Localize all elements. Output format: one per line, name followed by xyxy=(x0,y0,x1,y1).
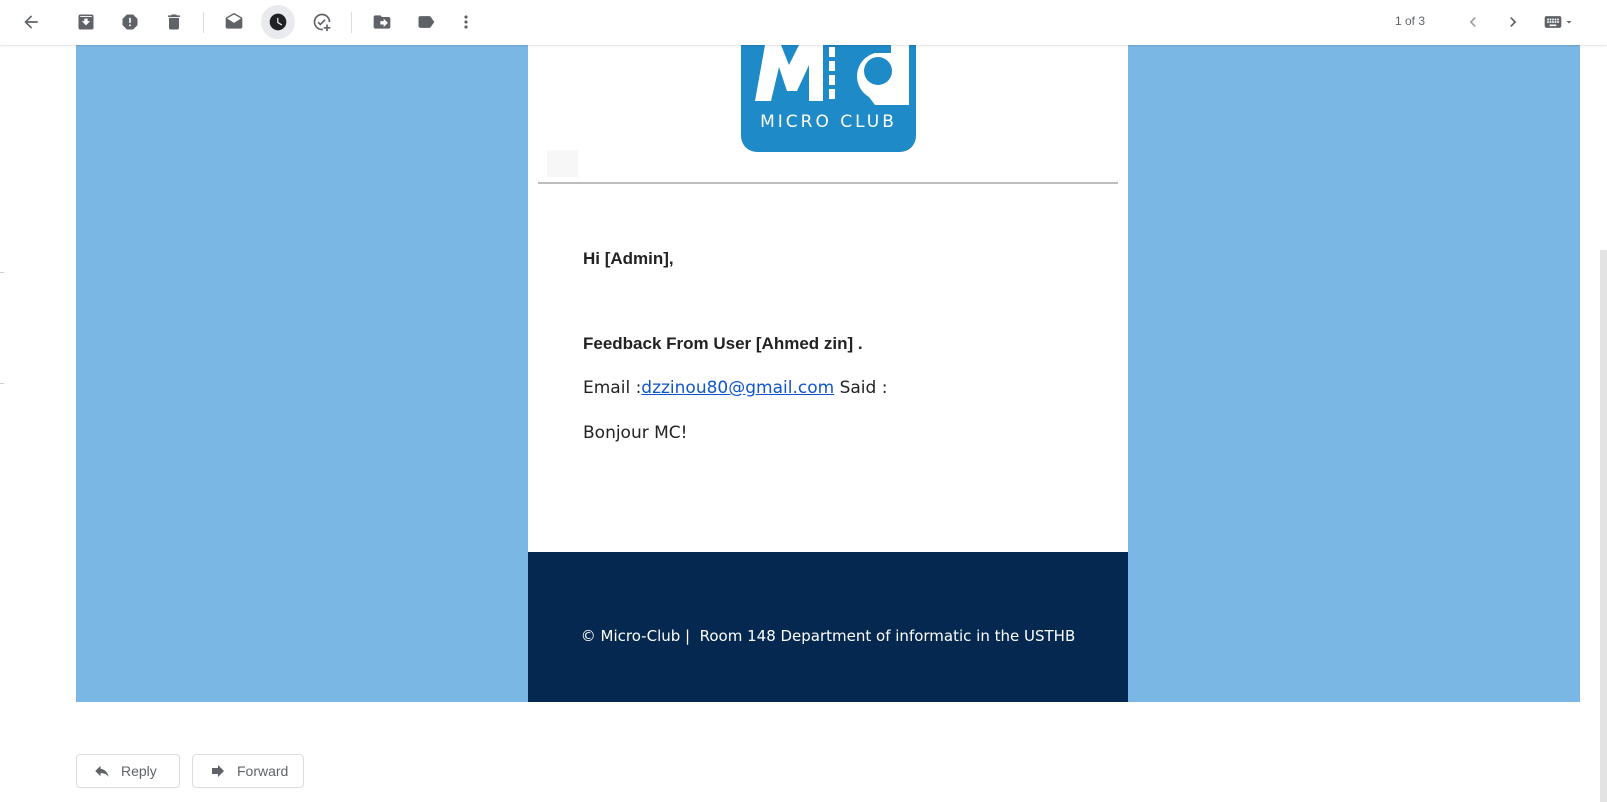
more-vert-icon[interactable] xyxy=(449,5,483,39)
message-text: Bonjour MC! xyxy=(583,423,688,443)
chevron-right-icon[interactable] xyxy=(1496,5,1530,39)
email-line: Email :dzzinou80@gmail.com Said : xyxy=(583,378,887,398)
pager-count: 1 of 3 xyxy=(1395,14,1426,28)
edge-mark xyxy=(0,383,4,384)
archive-icon[interactable] xyxy=(69,5,103,39)
reply-label: Reply xyxy=(121,763,157,779)
email-suffix: Said : xyxy=(834,378,888,398)
mc-monogram xyxy=(755,45,909,105)
chevron-left-icon[interactable] xyxy=(1456,5,1490,39)
snooze-icon[interactable] xyxy=(261,5,295,39)
forward-label: Forward xyxy=(237,763,289,779)
back-arrow-icon[interactable] xyxy=(14,5,48,39)
toolbar-separator xyxy=(351,12,352,33)
email-footer: © Micro-Club | Room 148 Department of in… xyxy=(528,552,1128,702)
email-card: MICRO CLUB Hi [Admin], Feedback From Use… xyxy=(528,45,1128,702)
scrollbar[interactable] xyxy=(1600,250,1607,802)
email-body-canvas: MICRO CLUB Hi [Admin], Feedback From Use… xyxy=(76,45,1580,702)
input-tools-button[interactable] xyxy=(1540,5,1578,39)
forward-button[interactable]: Forward xyxy=(192,754,304,788)
keyboard-icon xyxy=(1544,16,1562,28)
message-toolbar: 1 of 3 xyxy=(0,0,1607,45)
reply-button[interactable]: Reply xyxy=(76,754,180,788)
edge-mark xyxy=(0,272,4,273)
reply-icon xyxy=(95,765,109,777)
image-placeholder xyxy=(547,150,578,177)
feedback-title: Feedback From User [Ahmed zin] . xyxy=(583,334,863,353)
logo-caption: MICRO CLUB xyxy=(760,112,897,132)
toolbar-separator xyxy=(203,12,204,33)
email-link[interactable]: dzzinou80@gmail.com xyxy=(641,378,834,398)
email-prefix: Email : xyxy=(583,378,642,398)
forward-icon xyxy=(212,765,224,777)
footer-text: © Micro-Club | Room 148 Department of in… xyxy=(580,627,1076,645)
move-to-icon[interactable] xyxy=(365,5,399,39)
greeting: Hi [Admin], xyxy=(583,249,674,268)
mark-unread-icon[interactable] xyxy=(217,5,251,39)
report-spam-icon[interactable] xyxy=(113,5,147,39)
micro-club-logo: MICRO CLUB xyxy=(741,45,916,152)
caret-down-icon xyxy=(1566,21,1572,24)
delete-icon[interactable] xyxy=(157,5,191,39)
labels-icon[interactable] xyxy=(409,5,443,39)
add-to-tasks-icon[interactable] xyxy=(305,5,339,39)
divider xyxy=(538,182,1118,184)
